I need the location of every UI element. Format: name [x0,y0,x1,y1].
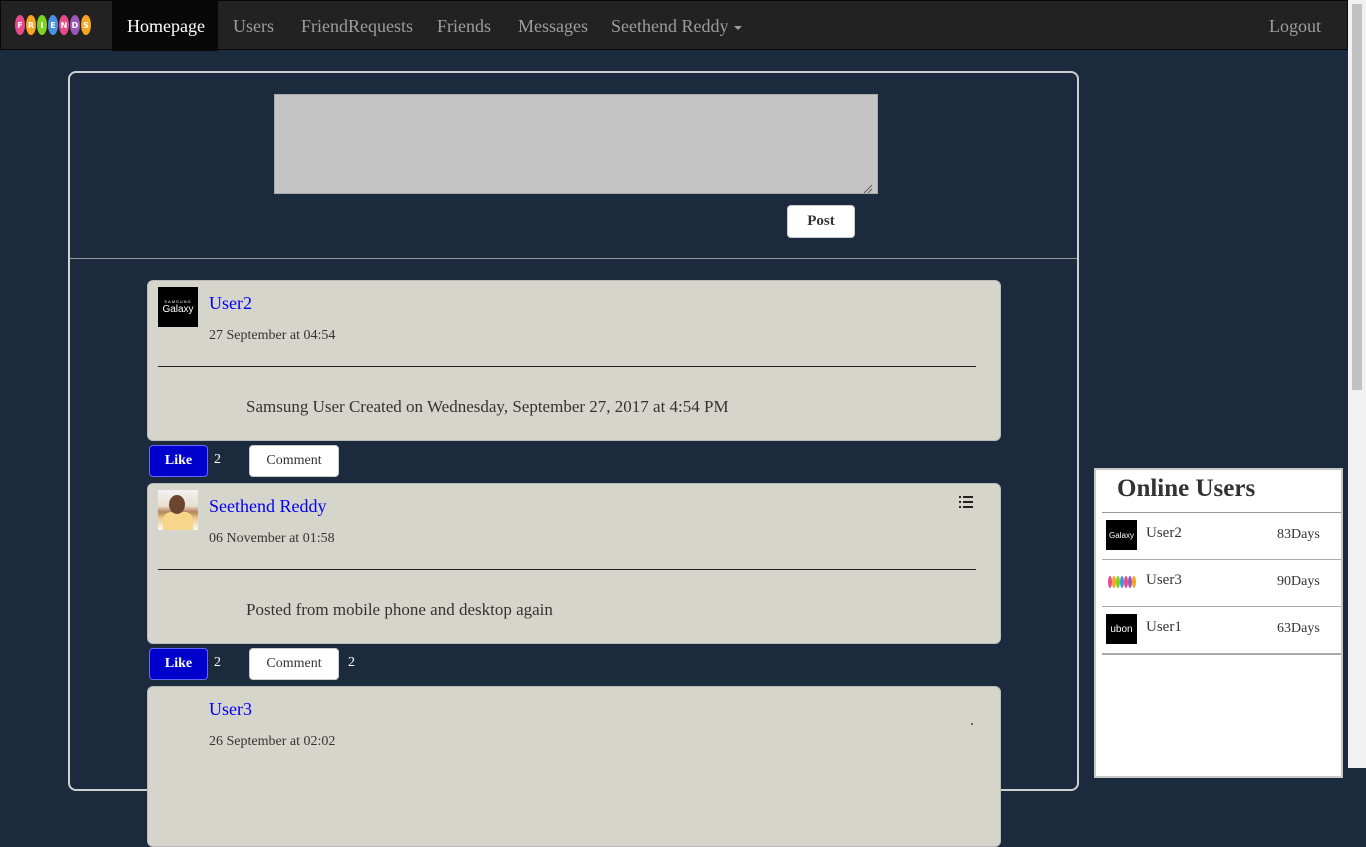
avatar-galaxy-text: Galaxy [162,304,194,315]
scrollbar-thumb[interactable] [1352,4,1362,390]
post-card: Seethend Reddy 06 November at 01:58 Post… [147,483,1001,644]
post-divider [158,569,976,570]
post-text: Posted from mobile phone and desktop aga… [246,600,553,619]
composer-divider [70,258,1077,259]
nav-users[interactable]: Users [218,1,289,51]
list-menu-icon[interactable] [959,496,973,508]
comment-count: 2 [348,655,355,670]
online-user-row[interactable]: User3 90Days [1102,560,1341,607]
top-navbar: F R I E N D S Homepage Users FriendReque… [0,0,1348,51]
ubon-avatar: ubon [1106,614,1137,644]
like-count: 2 [214,452,221,467]
samsung-galaxy-avatar[interactable]: SAMSUNG Galaxy [158,287,198,327]
online-users-title: Online Users [1117,475,1256,502]
logo-letter: S [81,15,91,35]
page-scrollbar[interactable] [1348,0,1366,768]
post-textarea[interactable] [274,94,878,194]
logout-link[interactable]: Logout [1254,1,1336,51]
post-button[interactable]: Post [787,205,855,238]
avatar-face [169,495,185,514]
logo-letter: R [26,15,36,35]
logo-letter: F [15,15,25,35]
comment-button[interactable]: Comment [249,648,339,680]
online-users-list: Galaxy User2 83Days User3 90Days ubon Us… [1102,512,1341,655]
post-timestamp: 06 November at 01:58 [209,531,335,546]
online-user-row[interactable]: Galaxy User2 83Days [1102,513,1341,560]
online-user-name: User3 [1146,572,1182,588]
post-options-dot[interactable] [971,723,973,725]
user-photo-avatar[interactable] [158,490,198,530]
post-author-link[interactable]: User2 [209,293,252,314]
nav-messages[interactable]: Messages [503,1,603,51]
post-text: Samsung User Created on Wednesday, Septe… [246,397,729,416]
friends-logo[interactable]: F R I E N D S [15,15,91,37]
online-user-days: 90Days [1277,574,1320,589]
avatar-shirt [163,512,193,530]
online-user-name: User1 [1146,619,1182,635]
online-users-panel: Online Users Galaxy User2 83Days User3 9… [1094,468,1343,778]
comment-button[interactable]: Comment [249,445,339,477]
online-user-name: User2 [1146,525,1182,541]
post-divider [158,366,976,367]
like-button[interactable]: Like [149,445,208,477]
nav-friends[interactable]: Friends [422,1,506,51]
nav-user-dropdown[interactable]: Seethend Reddy [596,1,757,51]
post-author-link[interactable]: User3 [209,699,252,720]
online-user-days: 63Days [1277,621,1320,636]
logo-letter: D [70,15,80,35]
caret-down-icon [734,25,743,30]
logo-letter: N [59,15,69,35]
logo-letter: I [37,15,47,35]
post-card: User3 26 September at 02:02 [147,686,1001,847]
post-timestamp: 26 September at 02:02 [209,734,336,749]
friends-logo-avatar [1106,567,1137,597]
post-card: SAMSUNG Galaxy User2 27 September at 04:… [147,280,1001,441]
online-user-row[interactable]: ubon User1 63Days [1102,607,1341,655]
nav-homepage[interactable]: Homepage [112,1,218,51]
feed-panel: Post SAMSUNG Galaxy User2 27 September a… [68,71,1079,847]
online-user-days: 83Days [1277,527,1320,542]
post-author-link[interactable]: Seethend Reddy [209,496,326,517]
like-count: 2 [214,655,221,670]
nav-user-name: Seethend Reddy [611,16,729,36]
like-button[interactable]: Like [149,648,208,680]
nav-friend-requests[interactable]: FriendRequests [286,1,428,51]
samsung-galaxy-avatar: Galaxy [1106,520,1137,550]
textarea-resize-handle[interactable] [864,185,872,193]
logo-letter: E [48,15,58,35]
post-timestamp: 27 September at 04:54 [209,328,336,343]
